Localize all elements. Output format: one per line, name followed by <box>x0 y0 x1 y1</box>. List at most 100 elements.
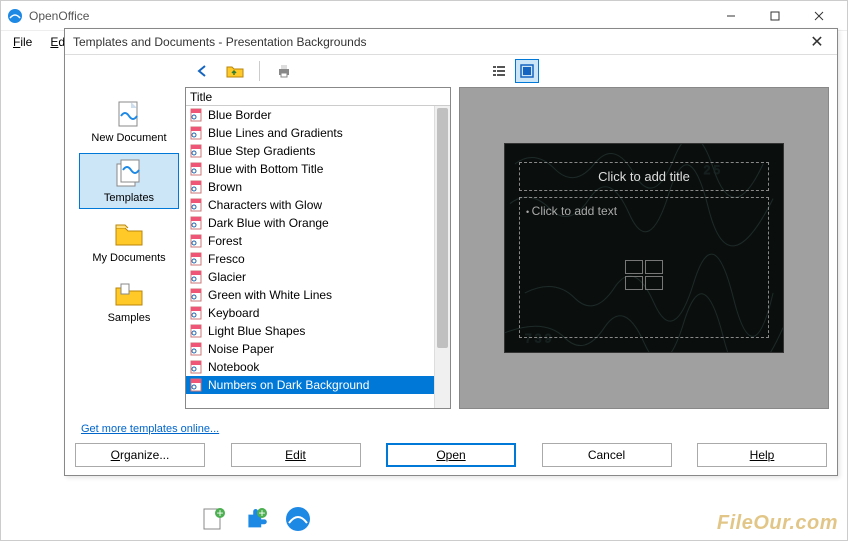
category-sidebar: New Document Templates My Documents Samp… <box>73 87 185 409</box>
slide-body-placeholder: • Click to add text <box>519 197 769 338</box>
preview-pane: 7 3 9 2 5 Click to add title • Click to … <box>459 87 829 409</box>
list-view-button[interactable] <box>487 59 511 83</box>
new-template-icon[interactable]: + <box>200 505 228 533</box>
extension-icon[interactable]: + <box>242 505 270 533</box>
list-item[interactable]: Fresco <box>186 250 450 268</box>
list-item-label: Green with White Lines <box>208 288 332 302</box>
slide-content-icons <box>625 260 663 290</box>
template-item-icon <box>190 252 204 266</box>
organize-button[interactable]: Organize... <box>75 443 205 467</box>
sidebar-item-samples[interactable]: Samples <box>79 273 179 329</box>
app-icon <box>7 8 23 24</box>
list-item-label: Dark Blue with Orange <box>208 216 329 230</box>
list-item[interactable]: Brown <box>186 178 450 196</box>
window-controls <box>709 2 841 30</box>
cancel-button[interactable]: Cancel <box>542 443 672 467</box>
start-center-icons: + + <box>200 505 312 533</box>
app-title: OpenOffice <box>29 9 709 23</box>
list-item[interactable]: Dark Blue with Orange <box>186 214 450 232</box>
template-item-icon <box>190 270 204 284</box>
get-more-templates-link[interactable]: Get more templates online... <box>81 423 219 435</box>
preview-view-button[interactable] <box>515 59 539 83</box>
template-item-icon <box>190 306 204 320</box>
list-item[interactable]: Notebook <box>186 358 450 376</box>
dialog-toolbar <box>65 55 837 87</box>
menu-file[interactable]: File <box>5 33 40 51</box>
sidebar-item-new-document[interactable]: New Document <box>79 93 179 149</box>
sidebar-item-templates[interactable]: Templates <box>79 153 179 209</box>
sidebar-item-label: New Document <box>91 132 166 144</box>
back-button[interactable] <box>191 59 215 83</box>
template-list: Title Blue Border Blue Lines and Gradient… <box>185 87 451 409</box>
list-item[interactable]: Glacier <box>186 268 450 286</box>
template-item-icon <box>190 378 204 392</box>
list-item-label: Light Blue Shapes <box>208 324 305 338</box>
list-item[interactable]: Numbers on Dark Background <box>186 376 450 394</box>
minimize-button[interactable] <box>709 2 753 30</box>
list-item-label: Blue Step Gradients <box>208 144 315 158</box>
maximize-button[interactable] <box>753 2 797 30</box>
slide-preview: 7 3 9 2 5 Click to add title • Click to … <box>504 143 784 353</box>
sidebar-item-label: Samples <box>108 312 151 324</box>
list-item-label: Blue Border <box>208 108 271 122</box>
list-header-title[interactable]: Title <box>186 88 450 106</box>
list-item-label: Forest <box>208 234 242 248</box>
templates-icon <box>113 158 145 190</box>
template-item-icon <box>190 342 204 356</box>
slide-body-text: • Click to add text <box>526 204 762 218</box>
close-button[interactable] <box>797 2 841 30</box>
template-item-icon <box>190 144 204 158</box>
sidebar-item-my-documents[interactable]: My Documents <box>79 213 179 269</box>
list-item[interactable]: Blue Step Gradients <box>186 142 450 160</box>
samples-icon <box>113 278 145 310</box>
template-item-icon <box>190 198 204 212</box>
list-item-label: Fresco <box>208 252 245 266</box>
list-item[interactable]: Forest <box>186 232 450 250</box>
list-item[interactable]: Blue with Bottom Title <box>186 160 450 178</box>
svg-text:+: + <box>258 506 265 520</box>
list-item[interactable]: Noise Paper <box>186 340 450 358</box>
list-item-label: Glacier <box>208 270 246 284</box>
folder-up-button[interactable] <box>223 59 247 83</box>
template-item-icon <box>190 234 204 248</box>
dialog-close-button[interactable]: ✕ <box>805 30 829 54</box>
open-button[interactable]: Open <box>386 443 516 467</box>
main-titlebar: OpenOffice <box>1 1 847 31</box>
list-item[interactable]: Keyboard <box>186 304 450 322</box>
openoffice-icon[interactable] <box>284 505 312 533</box>
print-button[interactable] <box>272 59 296 83</box>
new-document-icon <box>113 98 145 130</box>
list-item-label: Blue with Bottom Title <box>208 162 323 176</box>
template-item-icon <box>190 216 204 230</box>
list-item[interactable]: Blue Lines and Gradients <box>186 124 450 142</box>
image-icon <box>625 276 643 290</box>
dialog-body: New Document Templates My Documents Samp… <box>65 87 837 413</box>
list-item[interactable]: Characters with Glow <box>186 196 450 214</box>
template-item-icon <box>190 162 204 176</box>
list-item-label: Numbers on Dark Background <box>208 378 369 392</box>
watermark: FileOur.com <box>717 512 838 535</box>
template-item-icon <box>190 180 204 194</box>
list-item[interactable]: Green with White Lines <box>186 286 450 304</box>
template-item-icon <box>190 108 204 122</box>
list-scrollbar[interactable] <box>434 106 450 408</box>
list-item-label: Noise Paper <box>208 342 274 356</box>
template-item-icon <box>190 288 204 302</box>
toolbar-separator <box>259 61 260 81</box>
table-icon <box>625 260 643 274</box>
svg-text:+: + <box>216 506 223 520</box>
list-item-label: Blue Lines and Gradients <box>208 126 343 140</box>
list-item[interactable]: Light Blue Shapes <box>186 322 450 340</box>
list-item[interactable]: Blue Border <box>186 106 450 124</box>
help-button[interactable]: Help <box>697 443 827 467</box>
list-item-label: Brown <box>208 180 242 194</box>
edit-button[interactable]: Edit <box>231 443 361 467</box>
list-item-label: Characters with Glow <box>208 198 322 212</box>
chart-icon <box>645 260 663 274</box>
slide-title-placeholder: Click to add title <box>519 162 769 191</box>
scroll-thumb[interactable] <box>437 108 448 348</box>
template-item-icon <box>190 324 204 338</box>
media-icon <box>645 276 663 290</box>
template-item-icon <box>190 126 204 140</box>
dialog-titlebar: Templates and Documents - Presentation B… <box>65 29 837 55</box>
